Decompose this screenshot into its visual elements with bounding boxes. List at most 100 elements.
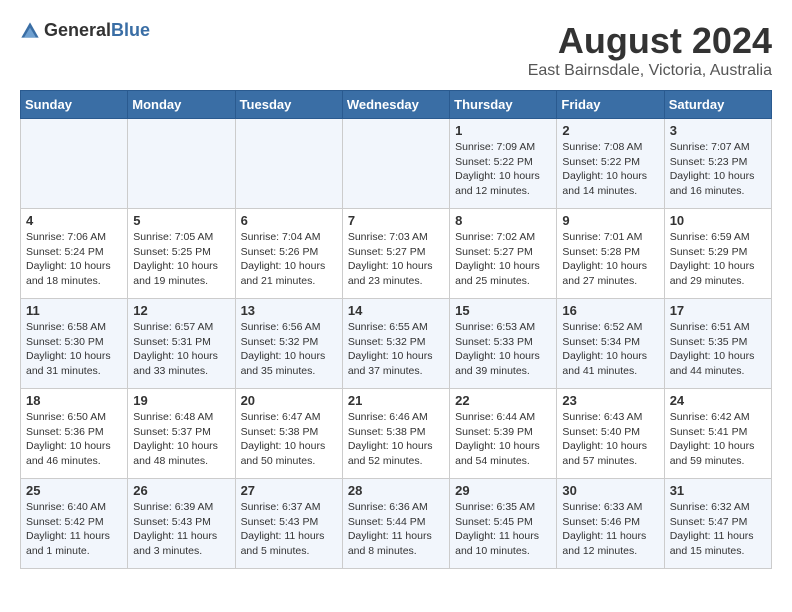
day-number: 15 xyxy=(455,303,551,318)
day-number: 11 xyxy=(26,303,122,318)
cell-content: Sunrise: 6:44 AM Sunset: 5:39 PM Dayligh… xyxy=(455,410,551,469)
header-tuesday: Tuesday xyxy=(235,91,342,119)
cell-content: Sunrise: 6:48 AM Sunset: 5:37 PM Dayligh… xyxy=(133,410,229,469)
cell-content: Sunrise: 7:09 AM Sunset: 5:22 PM Dayligh… xyxy=(455,140,551,199)
cell-content: Sunrise: 6:40 AM Sunset: 5:42 PM Dayligh… xyxy=(26,500,122,559)
calendar-body: 1 Sunrise: 7:09 AM Sunset: 5:22 PM Daylig… xyxy=(21,119,772,569)
day-number: 29 xyxy=(455,483,551,498)
cell-content: Sunrise: 6:58 AM Sunset: 5:30 PM Dayligh… xyxy=(26,320,122,379)
calendar-row-3: 18Sunrise: 6:50 AM Sunset: 5:36 PM Dayli… xyxy=(21,389,772,479)
cell-content: Sunrise: 6:43 AM Sunset: 5:40 PM Dayligh… xyxy=(562,410,658,469)
main-title: August 2024 xyxy=(528,20,772,62)
cell-content: Sunrise: 7:02 AM Sunset: 5:27 PM Dayligh… xyxy=(455,230,551,289)
calendar-header: Sunday Monday Tuesday Wednesday Thursday… xyxy=(21,91,772,119)
calendar-cell-4-0: 25Sunrise: 6:40 AM Sunset: 5:42 PM Dayli… xyxy=(21,479,128,569)
header-saturday: Saturday xyxy=(664,91,771,119)
calendar-cell-3-1: 19 Sunrise: 6:48 AM Sunset: 5:37 PM Dayli… xyxy=(128,389,235,479)
day-number: 6 xyxy=(241,213,337,228)
day-number: 10 xyxy=(670,213,766,228)
calendar-row-0: 1 Sunrise: 7:09 AM Sunset: 5:22 PM Daylig… xyxy=(21,119,772,209)
calendar-table: Sunday Monday Tuesday Wednesday Thursday… xyxy=(20,90,772,569)
calendar-cell-2-6: 17Sunrise: 6:51 AM Sunset: 5:35 PM Dayli… xyxy=(664,299,771,389)
day-number: 27 xyxy=(241,483,337,498)
calendar-row-1: 4Sunrise: 7:06 AM Sunset: 5:24 PM Daylig… xyxy=(21,209,772,299)
calendar-row-4: 25Sunrise: 6:40 AM Sunset: 5:42 PM Dayli… xyxy=(21,479,772,569)
cell-content: Sunrise: 6:50 AM Sunset: 5:36 PM Dayligh… xyxy=(26,410,122,469)
logo-icon xyxy=(20,21,40,41)
calendar-cell-4-6: 31Sunrise: 6:32 AM Sunset: 5:47 PM Dayli… xyxy=(664,479,771,569)
calendar-cell-3-5: 23 Sunrise: 6:43 AM Sunset: 5:40 PM Dayli… xyxy=(557,389,664,479)
header-thursday: Thursday xyxy=(450,91,557,119)
cell-content: Sunrise: 6:33 AM Sunset: 5:46 PM Dayligh… xyxy=(562,500,658,559)
cell-content: Sunrise: 6:55 AM Sunset: 5:32 PM Dayligh… xyxy=(348,320,444,379)
day-number: 13 xyxy=(241,303,337,318)
calendar-cell-4-3: 28Sunrise: 6:36 AM Sunset: 5:44 PM Dayli… xyxy=(342,479,449,569)
calendar-cell-4-4: 29 Sunrise: 6:35 AM Sunset: 5:45 PM Dayli… xyxy=(450,479,557,569)
calendar-cell-3-2: 20 Sunrise: 6:47 AM Sunset: 5:38 PM Dayli… xyxy=(235,389,342,479)
header: GeneralBlue August 2024 East Bairnsdale,… xyxy=(20,20,772,80)
calendar-cell-4-5: 30 Sunrise: 6:33 AM Sunset: 5:46 PM Dayli… xyxy=(557,479,664,569)
day-number: 24 xyxy=(670,393,766,408)
day-number: 23 xyxy=(562,393,658,408)
calendar-cell-0-6: 3 Sunrise: 7:07 AM Sunset: 5:23 PM Daylig… xyxy=(664,119,771,209)
day-number: 3 xyxy=(670,123,766,138)
calendar-cell-0-4: 1 Sunrise: 7:09 AM Sunset: 5:22 PM Daylig… xyxy=(450,119,557,209)
cell-content: Sunrise: 7:08 AM Sunset: 5:22 PM Dayligh… xyxy=(562,140,658,199)
calendar-cell-2-4: 15 Sunrise: 6:53 AM Sunset: 5:33 PM Dayli… xyxy=(450,299,557,389)
day-number: 19 xyxy=(133,393,229,408)
day-number: 16 xyxy=(562,303,658,318)
calendar-cell-1-6: 10 Sunrise: 6:59 AM Sunset: 5:29 PM Dayli… xyxy=(664,209,771,299)
calendar-cell-0-1 xyxy=(128,119,235,209)
cell-content: Sunrise: 6:59 AM Sunset: 5:29 PM Dayligh… xyxy=(670,230,766,289)
calendar-cell-2-2: 13Sunrise: 6:56 AM Sunset: 5:32 PM Dayli… xyxy=(235,299,342,389)
cell-content: Sunrise: 6:35 AM Sunset: 5:45 PM Dayligh… xyxy=(455,500,551,559)
cell-content: Sunrise: 6:42 AM Sunset: 5:41 PM Dayligh… xyxy=(670,410,766,469)
calendar-cell-3-0: 18Sunrise: 6:50 AM Sunset: 5:36 PM Dayli… xyxy=(21,389,128,479)
day-number: 12 xyxy=(133,303,229,318)
subtitle: East Bairnsdale, Victoria, Australia xyxy=(528,62,772,80)
day-number: 5 xyxy=(133,213,229,228)
cell-content: Sunrise: 6:57 AM Sunset: 5:31 PM Dayligh… xyxy=(133,320,229,379)
day-number: 26 xyxy=(133,483,229,498)
day-number: 4 xyxy=(26,213,122,228)
day-number: 30 xyxy=(562,483,658,498)
calendar-cell-3-3: 21 Sunrise: 6:46 AM Sunset: 5:38 PM Dayli… xyxy=(342,389,449,479)
calendar-cell-1-4: 8Sunrise: 7:02 AM Sunset: 5:27 PM Daylig… xyxy=(450,209,557,299)
logo-blue: Blue xyxy=(111,20,150,40)
logo-general: General xyxy=(44,20,111,40)
cell-content: Sunrise: 6:46 AM Sunset: 5:38 PM Dayligh… xyxy=(348,410,444,469)
calendar-cell-1-5: 9Sunrise: 7:01 AM Sunset: 5:28 PM Daylig… xyxy=(557,209,664,299)
cell-content: Sunrise: 7:05 AM Sunset: 5:25 PM Dayligh… xyxy=(133,230,229,289)
title-area: August 2024 East Bairnsdale, Victoria, A… xyxy=(528,20,772,80)
calendar-cell-0-0 xyxy=(21,119,128,209)
day-number: 22 xyxy=(455,393,551,408)
header-sunday: Sunday xyxy=(21,91,128,119)
header-row: Sunday Monday Tuesday Wednesday Thursday… xyxy=(21,91,772,119)
calendar-cell-4-1: 26Sunrise: 6:39 AM Sunset: 5:43 PM Dayli… xyxy=(128,479,235,569)
calendar-cell-1-2: 6 Sunrise: 7:04 AM Sunset: 5:26 PM Daylig… xyxy=(235,209,342,299)
calendar-cell-1-3: 7Sunrise: 7:03 AM Sunset: 5:27 PM Daylig… xyxy=(342,209,449,299)
day-number: 2 xyxy=(562,123,658,138)
header-friday: Friday xyxy=(557,91,664,119)
day-number: 21 xyxy=(348,393,444,408)
cell-content: Sunrise: 6:37 AM Sunset: 5:43 PM Dayligh… xyxy=(241,500,337,559)
day-number: 1 xyxy=(455,123,551,138)
cell-content: Sunrise: 6:47 AM Sunset: 5:38 PM Dayligh… xyxy=(241,410,337,469)
calendar-cell-0-5: 2 Sunrise: 7:08 AM Sunset: 5:22 PM Daylig… xyxy=(557,119,664,209)
day-number: 14 xyxy=(348,303,444,318)
cell-content: Sunrise: 7:01 AM Sunset: 5:28 PM Dayligh… xyxy=(562,230,658,289)
header-wednesday: Wednesday xyxy=(342,91,449,119)
cell-content: Sunrise: 7:03 AM Sunset: 5:27 PM Dayligh… xyxy=(348,230,444,289)
calendar-cell-0-3 xyxy=(342,119,449,209)
cell-content: Sunrise: 7:07 AM Sunset: 5:23 PM Dayligh… xyxy=(670,140,766,199)
day-number: 17 xyxy=(670,303,766,318)
day-number: 20 xyxy=(241,393,337,408)
logo: GeneralBlue xyxy=(20,20,150,41)
cell-content: Sunrise: 6:53 AM Sunset: 5:33 PM Dayligh… xyxy=(455,320,551,379)
calendar-cell-3-4: 22 Sunrise: 6:44 AM Sunset: 5:39 PM Dayli… xyxy=(450,389,557,479)
logo-text: GeneralBlue xyxy=(44,20,150,41)
calendar-cell-3-6: 24 Sunrise: 6:42 AM Sunset: 5:41 PM Dayli… xyxy=(664,389,771,479)
calendar-cell-2-1: 12 Sunrise: 6:57 AM Sunset: 5:31 PM Dayli… xyxy=(128,299,235,389)
calendar-cell-1-1: 5 Sunrise: 7:05 AM Sunset: 5:25 PM Daylig… xyxy=(128,209,235,299)
cell-content: Sunrise: 7:04 AM Sunset: 5:26 PM Dayligh… xyxy=(241,230,337,289)
